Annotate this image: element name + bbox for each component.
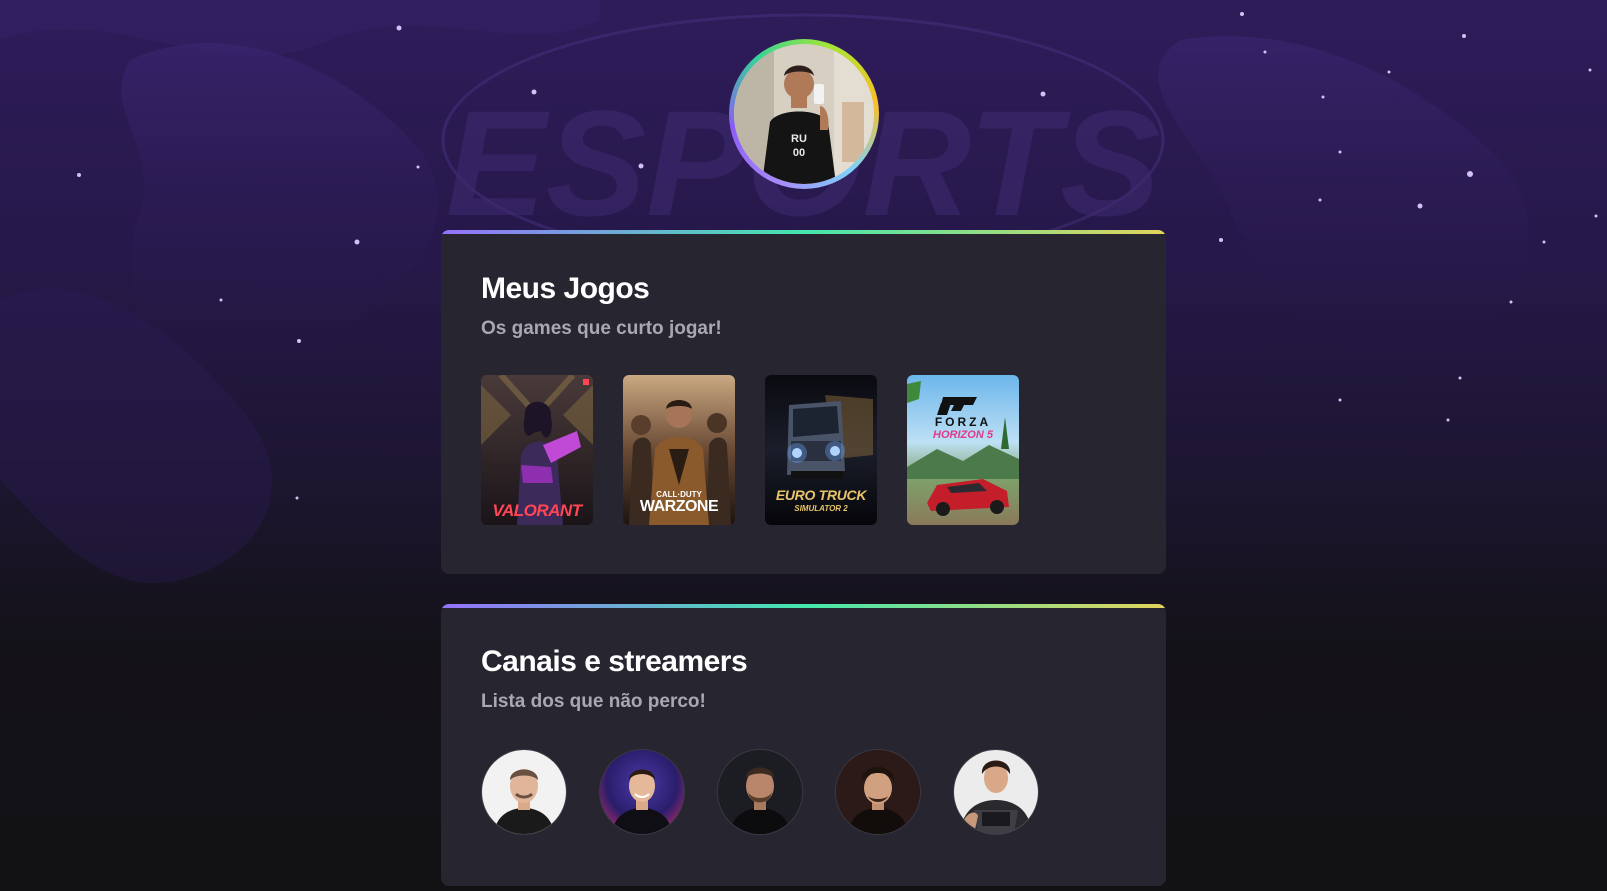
streamer-avatar-3[interactable] [717, 749, 803, 835]
svg-text:RU: RU [791, 133, 807, 145]
game-valorant-label: VALORANT [492, 501, 582, 520]
game-valorant[interactable]: VALORANT [481, 375, 593, 525]
streamer-avatar-2[interactable] [599, 749, 685, 835]
game-warzone[interactable]: CALL·DUTY WARZONE [623, 375, 735, 525]
game-warzone-label: WARZONE [639, 498, 719, 515]
profile-avatar: RU 00 [729, 39, 879, 189]
games-title: Meus Jogos [481, 272, 650, 305]
streamers-card: Canais e streamers Lista dos que não per… [441, 604, 1166, 886]
streamer-avatar-1[interactable] [481, 749, 567, 835]
streamers-title: Canais e streamers [481, 645, 748, 678]
streamers-list [481, 749, 1039, 835]
streamers-subtitle: Lista dos que não perco! [481, 691, 706, 712]
games-card: Meus Jogos Os games que curto jogar! VAL… [441, 230, 1166, 574]
games-subtitle: Os games que curto jogar! [481, 318, 722, 339]
game-euro-truck-bottom: SIMULATOR 2 [794, 504, 848, 513]
svg-text:00: 00 [793, 147, 805, 159]
game-forza-horizon-5[interactable]: FORZA HORIZON 5 [907, 375, 1019, 525]
game-forza-top: FORZA [934, 415, 992, 429]
games-list: VALORANT CALL·DUTY WARZONE EURO TRUCK SI… [481, 375, 1019, 525]
game-euro-truck[interactable]: EURO TRUCK SIMULATOR 2 [765, 375, 877, 525]
streamer-avatar-4[interactable] [835, 749, 921, 835]
game-euro-truck-label: EURO TRUCK [775, 487, 867, 503]
streamer-avatar-5[interactable] [953, 749, 1039, 835]
game-forza-label: HORIZON 5 [933, 429, 993, 441]
avatar-photo: RU 00 [734, 44, 874, 184]
